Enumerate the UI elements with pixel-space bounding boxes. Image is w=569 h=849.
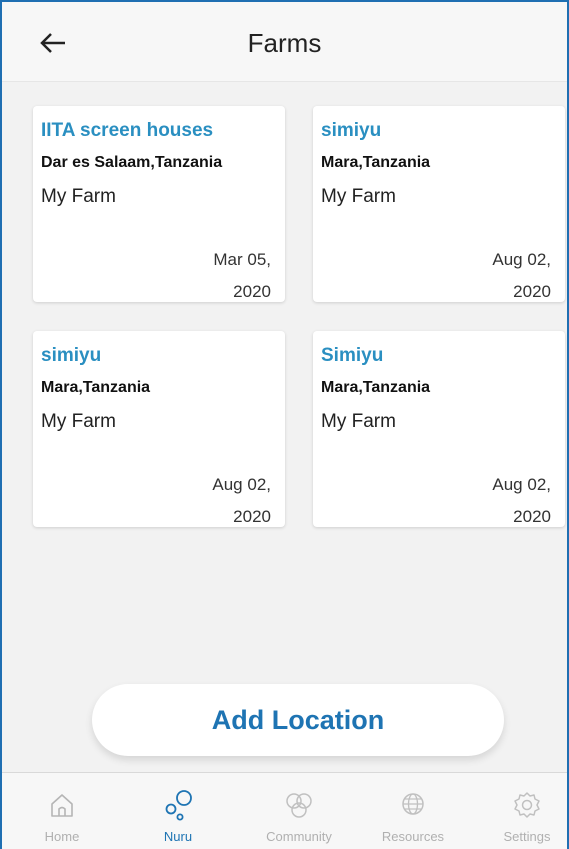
farm-name: simiyu bbox=[41, 345, 102, 366]
farm-date: Aug 02, 2020 bbox=[191, 469, 271, 533]
farm-location: Mara,Tanzania bbox=[321, 154, 431, 171]
farm-location: Dar es Salaam,Tanzania bbox=[41, 154, 223, 171]
farm-date-line1: Aug 02, bbox=[212, 475, 271, 494]
farm-type: My Farm bbox=[41, 186, 116, 207]
home-icon bbox=[51, 794, 73, 817]
farm-name: IITA screen houses bbox=[41, 120, 214, 141]
bottom-tab-bar: Home Nuru Community Resources Settings bbox=[0, 772, 569, 849]
farm-card[interactable]: IITA screen houses Dar es Salaam,Tanzani… bbox=[33, 106, 285, 302]
add-location-button[interactable]: Add Location bbox=[92, 684, 504, 756]
tab-label: Resources bbox=[381, 829, 445, 844]
page-title: Farms bbox=[247, 28, 322, 58]
farm-type: My Farm bbox=[321, 186, 396, 207]
tab-label: Settings bbox=[503, 829, 551, 844]
farm-date-line1: Mar 05, bbox=[213, 250, 271, 269]
tab-settings[interactable]: Settings bbox=[477, 773, 569, 849]
tab-label: Community bbox=[266, 829, 332, 844]
farm-type: My Farm bbox=[41, 411, 116, 432]
farm-date-line2: 2020 bbox=[233, 282, 271, 301]
tab-nuru[interactable]: Nuru bbox=[128, 773, 228, 849]
farm-location: Mara,Tanzania bbox=[41, 379, 151, 396]
farm-card[interactable]: simiyu Mara,Tanzania My Farm Aug 02, 202… bbox=[313, 106, 565, 302]
farm-card[interactable]: simiyu Mara,Tanzania My Farm Aug 02, 202… bbox=[33, 331, 285, 527]
farm-date-line2: 2020 bbox=[513, 282, 551, 301]
farm-name: simiyu bbox=[321, 120, 382, 141]
farm-name: Simiyu bbox=[321, 345, 384, 366]
tab-community[interactable]: Community bbox=[249, 773, 349, 849]
app-header: Farms bbox=[0, 0, 569, 82]
tab-home[interactable]: Home bbox=[12, 773, 112, 849]
nuru-icon bbox=[165, 790, 192, 821]
globe-icon bbox=[402, 793, 424, 815]
farm-date: Aug 02, 2020 bbox=[471, 244, 551, 308]
tab-label: Home bbox=[44, 829, 80, 844]
farm-type: My Farm bbox=[321, 411, 396, 432]
farm-location: Mara,Tanzania bbox=[321, 379, 431, 396]
farm-date-line2: 2020 bbox=[233, 507, 271, 526]
farm-date-line1: Aug 02, bbox=[492, 250, 551, 269]
gear-icon bbox=[514, 792, 540, 818]
farm-date-line1: Aug 02, bbox=[492, 475, 551, 494]
farm-date: Aug 02, 2020 bbox=[471, 469, 551, 533]
community-icon bbox=[286, 793, 312, 818]
farm-card[interactable]: Simiyu Mara,Tanzania My Farm Aug 02, 202… bbox=[313, 331, 565, 527]
tab-label: Nuru bbox=[163, 829, 193, 844]
farm-date: Mar 05, 2020 bbox=[191, 244, 271, 308]
tab-resources[interactable]: Resources bbox=[363, 773, 463, 849]
farm-date-line2: 2020 bbox=[513, 507, 551, 526]
